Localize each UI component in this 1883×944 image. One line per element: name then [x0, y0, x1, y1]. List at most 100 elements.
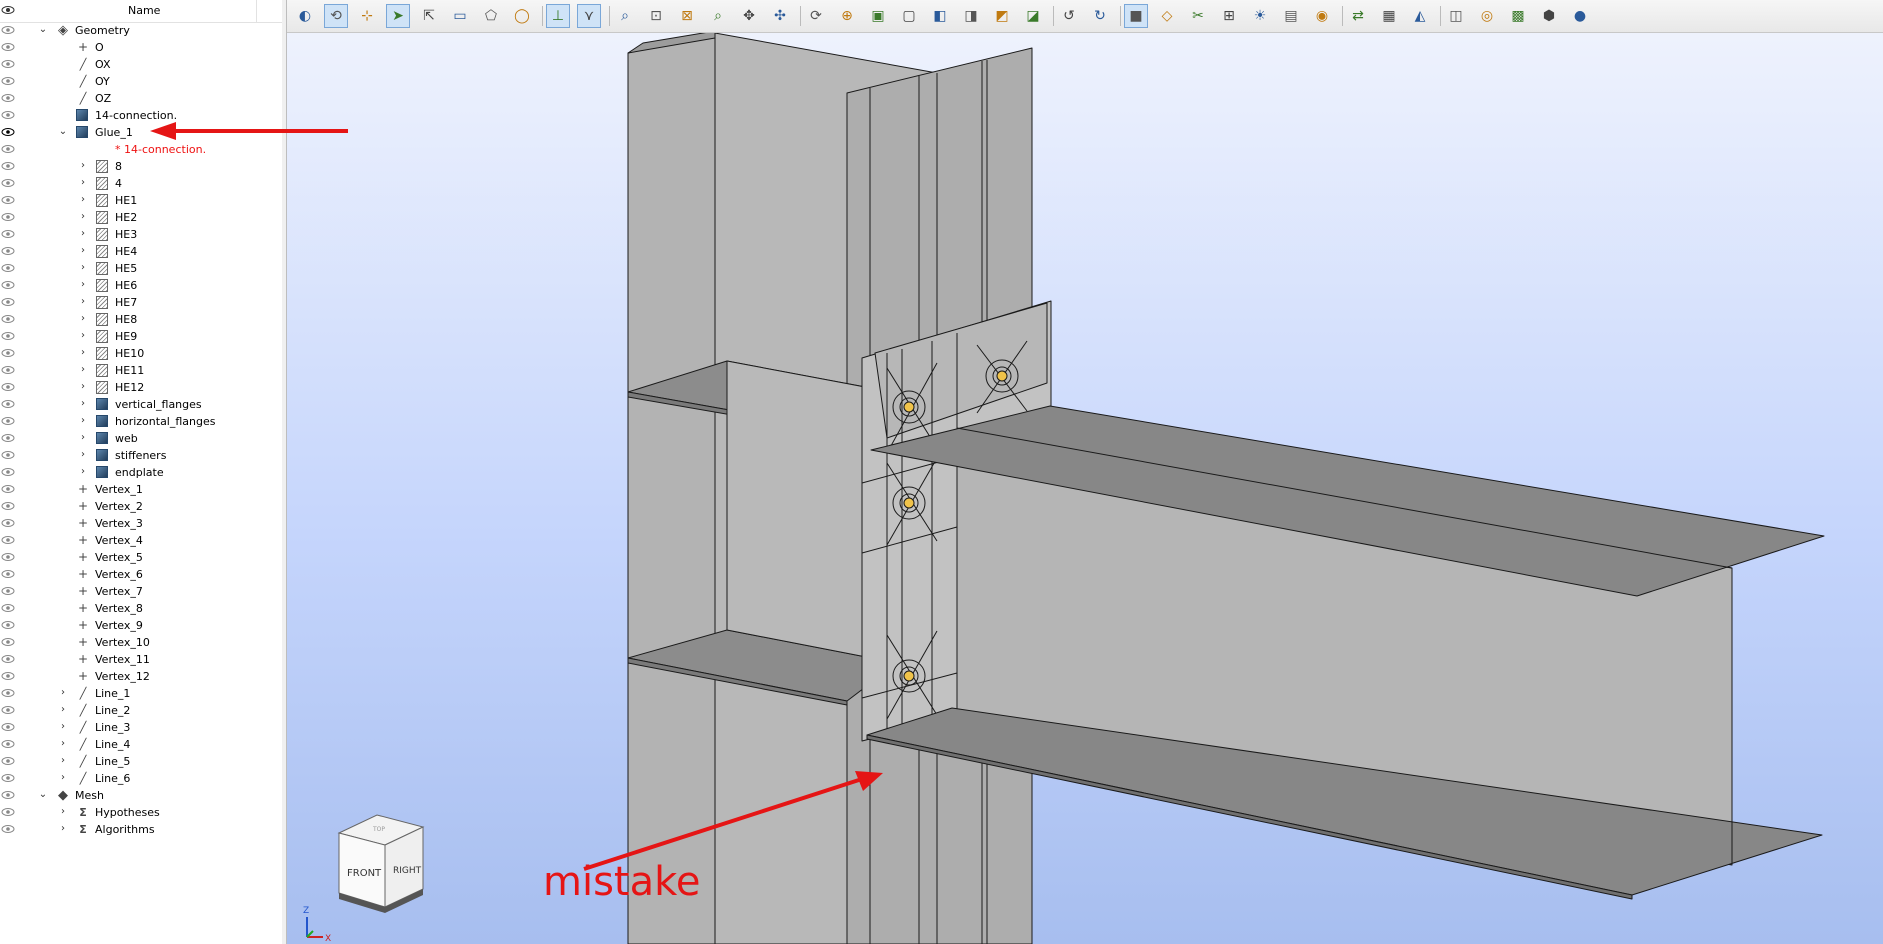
tree-item[interactable]: ╱ OY [0, 73, 282, 90]
tree-item[interactable]: + Vertex_11 [0, 651, 282, 668]
rotate-counterclockwise-icon[interactable]: ↺ [1057, 4, 1081, 28]
tree-item[interactable]: › HE7 [0, 294, 282, 311]
visibility-eye-icon[interactable] [1, 109, 15, 121]
ambient-light-icon[interactable]: ☀ [1248, 4, 1272, 28]
tree-item[interactable]: + Vertex_8 [0, 600, 282, 617]
chevron-right-icon[interactable]: › [58, 687, 68, 699]
chevron-right-icon[interactable]: › [58, 721, 68, 733]
visibility-eye-icon[interactable] [1, 789, 15, 801]
visibility-eye-icon[interactable] [1, 500, 15, 512]
visibility-eye-icon[interactable] [1, 92, 15, 104]
zoom-icon[interactable]: ⌕ [613, 4, 637, 28]
visibility-eye-icon[interactable] [1, 381, 15, 393]
visibility-eye-icon[interactable] [1, 653, 15, 665]
pan-icon[interactable]: ✥ [737, 4, 761, 28]
select-rectangle-icon[interactable]: ▭ [448, 4, 472, 28]
tree-item[interactable]: + Vertex_12 [0, 668, 282, 685]
tree-item[interactable]: + Vertex_1 [0, 481, 282, 498]
chevron-right-icon[interactable]: › [58, 755, 68, 767]
tree-item[interactable]: › endplate [0, 464, 282, 481]
coordinate-axes-icon[interactable]: ⊥ [546, 4, 570, 28]
ray-tracing-icon[interactable]: ◎ [1475, 4, 1499, 28]
hidden-line-icon[interactable]: ◫ [1444, 4, 1468, 28]
tree-item[interactable]: + Vertex_9 [0, 617, 282, 634]
chevron-right-icon[interactable]: › [78, 279, 88, 291]
preselection-icon[interactable]: ▦ [1377, 4, 1401, 28]
visibility-eye-icon[interactable] [1, 806, 15, 818]
rotation-point-icon[interactable]: ⊕ [835, 4, 859, 28]
chevron-right-icon[interactable]: › [58, 772, 68, 784]
visibility-eye-icon[interactable] [1, 228, 15, 240]
view-wireframe-icon[interactable]: ◇ [1155, 4, 1179, 28]
visibility-eye-icon[interactable] [1, 415, 15, 427]
chevron-down-icon[interactable]: ⌄ [38, 789, 48, 801]
visibility-eye-icon[interactable] [1, 687, 15, 699]
rotate-clockwise-icon[interactable]: ↻ [1088, 4, 1112, 28]
visibility-eye-icon[interactable] [1, 772, 15, 784]
tree-item[interactable]: › HE1 [0, 192, 282, 209]
fit-selection-icon[interactable]: ⌕ [706, 4, 730, 28]
visibility-eye-icon[interactable] [1, 738, 15, 750]
tree-item[interactable]: › HE4 [0, 243, 282, 260]
chevron-right-icon[interactable]: › [78, 415, 88, 427]
visibility-eye-icon[interactable] [1, 398, 15, 410]
tree-item[interactable]: › HE5 [0, 260, 282, 277]
chevron-right-icon[interactable]: › [58, 806, 68, 818]
visibility-eye-icon[interactable] [1, 75, 15, 87]
chevron-right-icon[interactable]: › [78, 194, 88, 206]
chevron-right-icon[interactable]: › [58, 704, 68, 716]
view-bottom-icon[interactable]: ◨ [959, 4, 983, 28]
chevron-right-icon[interactable]: › [78, 381, 88, 393]
tree-item[interactable]: › ╱ Line_2 [0, 702, 282, 719]
select-polygon-icon[interactable]: ⬠ [479, 4, 503, 28]
chevron-right-icon[interactable]: › [78, 177, 88, 189]
visibility-eye-icon[interactable] [1, 245, 15, 257]
visibility-eye-icon[interactable] [1, 534, 15, 546]
tree-item[interactable]: ⌄ ◈ Geometry [0, 22, 282, 39]
tree-item[interactable]: + O [0, 39, 282, 56]
visibility-eye-icon[interactable] [1, 41, 15, 53]
chevron-right-icon[interactable]: › [78, 160, 88, 172]
chevron-right-icon[interactable]: › [78, 245, 88, 257]
fit-all-icon[interactable]: ⊠ [675, 4, 699, 28]
chevron-right-icon[interactable]: › [78, 449, 88, 461]
chevron-down-icon[interactable]: ⌄ [38, 24, 48, 36]
chevron-right-icon[interactable]: › [78, 228, 88, 240]
tree-item[interactable]: › ╱ Line_5 [0, 753, 282, 770]
visibility-eye-icon[interactable] [1, 483, 15, 495]
select-multiple-icon[interactable]: ⊹ [355, 4, 379, 28]
tree-item[interactable]: ╱ OX [0, 56, 282, 73]
tree-item[interactable]: › HE11 [0, 362, 282, 379]
select-circle-icon[interactable]: ◯ [510, 4, 534, 28]
visibility-eye-icon[interactable] [1, 58, 15, 70]
tree-item[interactable]: › ╱ Line_6 [0, 770, 282, 787]
tree-item[interactable]: ╱ OZ [0, 90, 282, 107]
visibility-eye-icon[interactable] [1, 3, 15, 17]
visibility-eye-icon[interactable] [1, 721, 15, 733]
visibility-eye-icon[interactable] [1, 364, 15, 376]
tree-item[interactable]: + Vertex_10 [0, 634, 282, 651]
visibility-eye-icon[interactable] [1, 704, 15, 716]
chevron-right-icon[interactable]: › [78, 364, 88, 376]
visibility-eye-icon[interactable] [1, 568, 15, 580]
material-icon[interactable]: ⬢ [1537, 4, 1561, 28]
clipping-icon[interactable]: ✂ [1186, 4, 1210, 28]
tree-item[interactable]: › Σ Hypotheses [0, 804, 282, 821]
view-left-icon[interactable]: ◩ [990, 4, 1014, 28]
tree-item[interactable]: * 14-connection. [0, 141, 282, 158]
sync-view-icon[interactable]: ⇄ [1346, 4, 1370, 28]
chevron-right-icon[interactable]: › [78, 466, 88, 478]
visibility-eye-icon[interactable] [1, 143, 15, 155]
rotate-icon[interactable]: ⟳ [804, 4, 828, 28]
visibility-eye-icon[interactable] [1, 636, 15, 648]
tree-item[interactable]: › HE6 [0, 277, 282, 294]
visibility-eye-icon[interactable] [1, 330, 15, 342]
bubble-icon[interactable]: ● [1568, 4, 1592, 28]
global-pan-icon[interactable]: ✣ [768, 4, 792, 28]
camera-icon[interactable]: ◉ [1310, 4, 1334, 28]
chevron-right-icon[interactable]: › [58, 738, 68, 750]
graduated-axes-icon[interactable]: ⊞ [1217, 4, 1241, 28]
tree-item[interactable]: › ╱ Line_4 [0, 736, 282, 753]
tree-item[interactable]: + Vertex_4 [0, 532, 282, 549]
chevron-right-icon[interactable]: › [78, 330, 88, 342]
